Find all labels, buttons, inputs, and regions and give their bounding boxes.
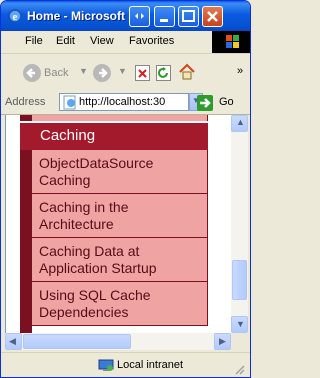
menu-file[interactable]: File [25,35,43,47]
back-arrow-icon[interactable] [23,64,41,82]
close-button[interactable] [202,6,223,27]
horizontal-scroll-thumb[interactable] [23,334,131,349]
back-forward-icon[interactable] [129,6,150,27]
back-label[interactable]: Back [44,67,68,79]
chevron-down-icon: ▼ [236,319,245,329]
local-intranet-icon [98,359,114,371]
previous-menu-item[interactable] [20,115,208,121]
section-title: Caching [40,127,96,144]
toolbar: Back ▼ ▼ » [1,54,250,93]
internet-explorer-icon: e [8,9,22,23]
address-label: Address [5,96,46,108]
menu-left-strip [20,150,32,333]
horizontal-scrollbar[interactable]: ◀ ▶ [5,333,231,350]
status-zone: Local intranet [117,359,184,371]
svg-text:e: e [13,11,18,23]
toolbar-overflow-icon[interactable]: » [237,65,243,77]
scroll-down-button[interactable]: ▼ [231,316,248,333]
forward-arrow-icon[interactable] [93,64,111,82]
submenu-list: ObjectDataSource Caching Caching in the … [32,150,208,326]
chevron-down-icon[interactable]: ▼ [79,66,88,76]
browser-window: e Home - Microsoft File Edit View Favori… [0,0,251,378]
status-bar: Local intranet [1,352,250,377]
go-arrow-icon[interactable] [197,95,213,111]
submenu-item-label[interactable]: Caching in the Architecture [39,199,204,233]
submenu-item-label[interactable]: Using SQL Cache Dependencies [39,287,204,321]
submenu-item-label[interactable]: ObjectDataSource Caching [39,155,204,189]
home-icon[interactable] [178,63,196,81]
submenu-item[interactable]: Using SQL Cache Dependencies [32,282,208,326]
scroll-corner [231,333,248,350]
menu-favorites[interactable]: Favorites [129,35,174,47]
address-url: http://localhost:30 [79,96,166,108]
menu-view[interactable]: View [90,35,114,47]
submenu-item[interactable]: ObjectDataSource Caching [32,150,208,194]
minimize-button[interactable] [154,6,175,27]
chevron-right-icon: ▶ [219,336,226,346]
address-input[interactable]: http://localhost:30 [59,93,189,111]
window-title: Home - Microsoft [27,9,126,23]
submenu-item[interactable]: Caching in the Architecture [32,194,208,238]
scroll-right-button[interactable]: ▶ [214,333,231,350]
submenu-item[interactable]: Caching Data at Application Startup [32,238,208,282]
resize-grip-icon[interactable] [233,363,245,375]
page-content: Caching ObjectDataSource Caching Caching… [5,115,232,333]
vertical-scrollbar[interactable]: ▲ ▼ [231,115,248,333]
address-bar: Address http://localhost:30 ▼ Go [1,92,250,115]
submenu-item-label[interactable]: Caching Data at Application Startup [39,243,204,277]
chevron-left-icon: ◀ [9,336,16,346]
refresh-icon[interactable] [156,65,171,81]
chevron-up-icon: ▲ [236,117,245,127]
chevron-down-icon[interactable]: ▼ [118,66,127,76]
title-bar[interactable]: e Home - Microsoft [1,1,250,31]
stop-icon[interactable] [135,65,150,81]
maximize-button[interactable] [178,6,199,27]
scroll-left-button[interactable]: ◀ [5,333,22,350]
vertical-scroll-thumb[interactable] [232,260,247,300]
section-header[interactable]: Caching [20,123,208,150]
scroll-up-button[interactable]: ▲ [231,115,248,132]
menu-edit[interactable]: Edit [56,35,75,47]
page-icon [63,95,76,110]
go-label[interactable]: Go [219,96,234,108]
windows-flag-icon [212,31,250,53]
